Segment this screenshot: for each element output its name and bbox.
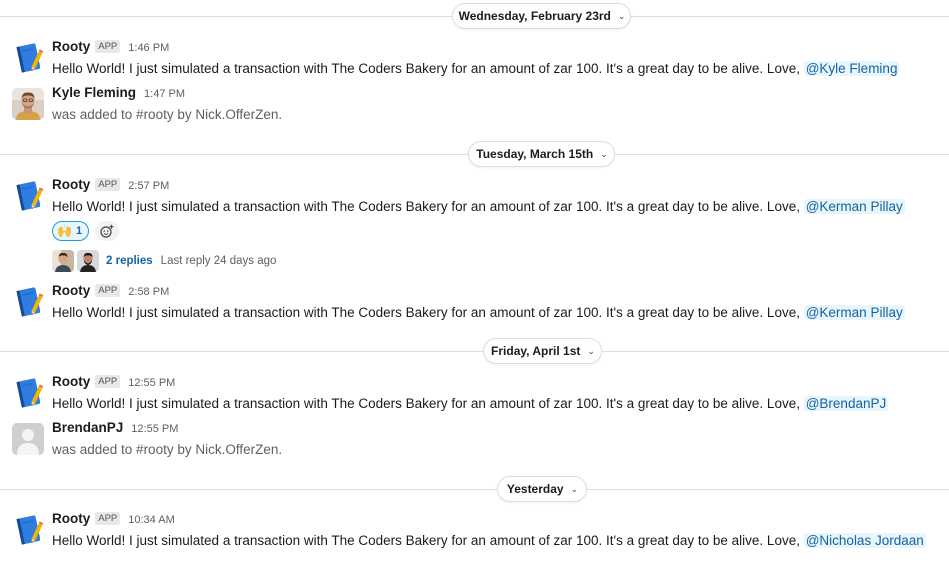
user-mention[interactable]: @Kerman Pillay xyxy=(803,199,905,214)
reaction-count: 1 xyxy=(75,225,83,237)
message-text: Hello World! I just simulated a transact… xyxy=(52,61,900,76)
sender-name[interactable]: Rooty xyxy=(52,283,90,298)
message-timestamp[interactable]: 10:34 AM xyxy=(128,514,174,526)
reaction-button[interactable]: 🙌 1 xyxy=(52,221,90,241)
chevron-down-icon: ⌄ xyxy=(570,483,579,494)
message-text: Hello World! I just simulated a transact… xyxy=(52,199,905,214)
app-badge: APP xyxy=(95,40,121,53)
user-mention[interactable]: @BrendanPJ xyxy=(803,396,889,411)
add-reaction-button[interactable] xyxy=(95,221,120,241)
date-divider-button[interactable]: Wednesday, February 23rd ⌄ xyxy=(452,3,631,29)
date-divider-button[interactable]: Yesterday ⌄ xyxy=(497,476,587,502)
app-badge: APP xyxy=(95,178,121,191)
system-message-text: was added to #rooty by Nick.OfferZen. xyxy=(52,442,283,457)
app-avatar[interactable] xyxy=(12,286,44,318)
sender-name[interactable]: Rooty xyxy=(52,177,90,192)
message-text: Hello World! I just simulated a transact… xyxy=(52,305,905,320)
date-divider: Wednesday, February 23rd ⌄ xyxy=(0,3,949,31)
raised-hands-emoji-icon: 🙌 xyxy=(57,224,72,238)
app-badge: APP xyxy=(95,512,121,525)
user-avatar[interactable] xyxy=(12,423,44,455)
date-divider-button[interactable]: Tuesday, March 15th ⌄ xyxy=(468,141,615,167)
message-timestamp[interactable]: 1:47 PM xyxy=(144,88,185,100)
reply-user-avatar xyxy=(77,250,99,272)
message-text: Hello World! I just simulated a transact… xyxy=(52,396,889,411)
message-timestamp[interactable]: 12:55 PM xyxy=(128,377,175,389)
message-timestamp[interactable]: 12:55 PM xyxy=(131,423,178,435)
sender-name[interactable]: Kyle Fleming xyxy=(52,85,136,100)
sender-name[interactable]: BrendanPJ xyxy=(52,420,123,435)
date-divider: Friday, April 1st ⌄ xyxy=(0,338,949,366)
thread-replies-link[interactable]: 2 replies xyxy=(106,255,153,267)
sender-name[interactable]: Rooty xyxy=(52,374,90,389)
reactions-bar: 🙌 1 xyxy=(52,221,120,241)
sender-name[interactable]: Rooty xyxy=(52,511,90,526)
thread-last-reply: Last reply 24 days ago xyxy=(160,255,277,267)
app-avatar[interactable] xyxy=(12,377,44,409)
chevron-down-icon: ⌄ xyxy=(617,10,626,21)
date-divider: Yesterday ⌄ xyxy=(0,476,949,504)
add-emoji-icon xyxy=(100,224,114,238)
app-avatar[interactable] xyxy=(12,42,44,74)
chevron-down-icon: ⌄ xyxy=(587,345,595,356)
message-text: Hello World! I just simulated a transact… xyxy=(52,533,926,548)
message-timestamp[interactable]: 2:57 PM xyxy=(128,180,169,192)
user-avatar[interactable] xyxy=(12,88,44,120)
thread-summary[interactable]: 2 replies Last reply 24 days ago xyxy=(52,250,276,272)
user-mention[interactable]: @Kerman Pillay xyxy=(803,305,905,320)
date-divider: Tuesday, March 15th ⌄ xyxy=(0,141,949,169)
system-message-text: was added to #rooty by Nick.OfferZen. xyxy=(52,107,283,122)
app-badge: APP xyxy=(95,284,121,297)
app-badge: APP xyxy=(95,375,121,388)
sender-name[interactable]: Rooty xyxy=(52,39,90,54)
app-avatar[interactable] xyxy=(12,180,44,212)
user-mention[interactable]: @Nicholas Jordaan xyxy=(803,533,926,548)
message-timestamp[interactable]: 2:58 PM xyxy=(128,286,169,298)
app-avatar[interactable] xyxy=(12,514,44,546)
chevron-down-icon: ⌄ xyxy=(600,148,608,159)
date-divider-button[interactable]: Friday, April 1st ⌄ xyxy=(483,338,602,364)
message-timestamp[interactable]: 1:46 PM xyxy=(128,42,169,54)
user-mention[interactable]: @Kyle Fleming xyxy=(803,61,900,76)
reply-user-avatar xyxy=(52,250,74,272)
